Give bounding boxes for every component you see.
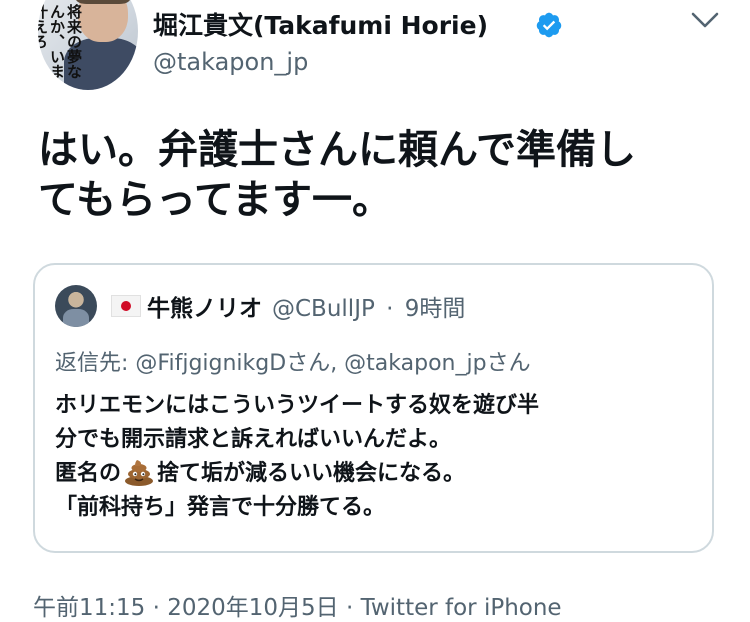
footer-separator-2: · [345,595,354,621]
quoted-text-line3-start: 匿名の [55,461,122,486]
verified-badge-icon [536,12,562,38]
reply-to-handles[interactable]: @FifjgignikgDさん, @takapon_jpさん [135,351,530,376]
quoted-author-avatar[interactable] [55,285,97,327]
quoted-author-handle: @CBullJP [272,296,375,322]
tweet-text-line2: てもらってます一。 [38,177,392,223]
quoted-text-line3: 匿名の 捨て垢が減るいい機会になる。 [55,457,695,491]
quoted-author-line: 牛熊ノリオ @CBullJP · 9時間 [147,289,465,323]
tweet-source[interactable]: Twitter for iPhone [361,595,562,621]
author-handle[interactable]: @takapon_jp [153,48,308,76]
tweet-date[interactable]: 2020年10月5日 [167,595,338,621]
quoted-avatar-figure [63,309,89,327]
author-display-name[interactable]: 堀江貴文(Takafumi Horie) [153,6,488,42]
quoted-author-name: 牛熊ノリオ [147,296,262,322]
quoted-text-line2: 分でも開示請求と訴えればいいんだよ。 [55,427,452,452]
japan-flag-icon [111,295,141,317]
reply-label: 返信先: [55,351,129,376]
avatar-face [78,0,128,42]
avatar-cover-text: 将来の夢なんか、いま叶えろ [38,4,83,79]
quoted-separator: · [386,296,394,322]
author-avatar[interactable]: 将来の夢なんか、いま叶えろ [38,0,138,90]
tweet-text: はい。弁護士さんに頼んで準備し てもらってます一。 [38,125,718,225]
quoted-time: 9時間 [404,296,466,322]
tweet-text-line1: はい。弁護士さんに頼んで準備し [38,127,636,173]
avatar-hair [76,0,130,4]
footer-separator-1: · [152,595,160,621]
tweet-time[interactable]: 午前11:15 [33,595,145,621]
chevron-down-icon[interactable] [690,10,720,32]
quoted-text-line4: 「前科持ち」発言で十分勝てる。 [55,495,386,520]
quoted-reply-context: 返信先: @FifjgignikgDさん, @takapon_jpさん [55,345,531,377]
quoted-text-line1: ホリエモンにはこういうツイートする奴を遊び半 [55,393,540,418]
quoted-tweet-text: ホリエモンにはこういうツイートする奴を遊び半 分でも開示請求と訴えればいいんだよ… [55,389,695,525]
quoted-tweet-card[interactable]: 牛熊ノリオ @CBullJP · 9時間 返信先: @FifjgignikgDさん… [33,263,714,553]
quoted-text-line3-end: 捨て垢が減るいい機会になる。 [157,461,466,486]
pile-of-poo-icon [125,460,154,486]
